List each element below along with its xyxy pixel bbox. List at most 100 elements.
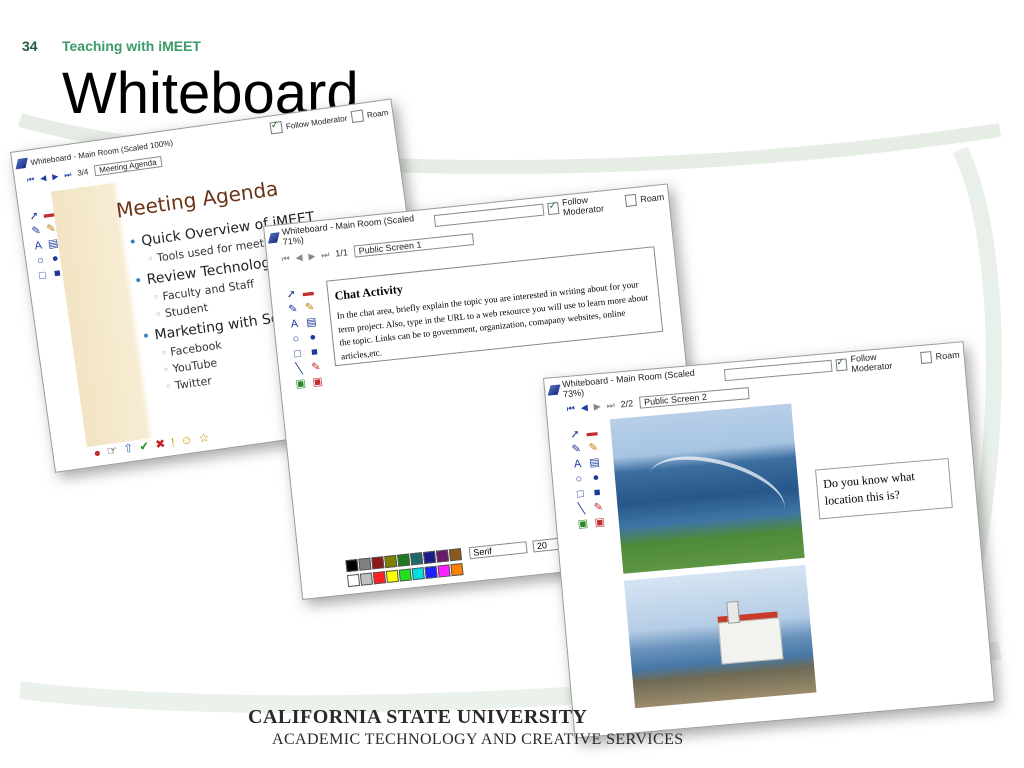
whiteboard-screenshot-photos: Whiteboard - Main Room (Scaled 73%) Foll… bbox=[543, 341, 995, 739]
pointer-tool-icon[interactable]: ➚ bbox=[569, 428, 582, 441]
follow-moderator-checkbox[interactable] bbox=[547, 202, 560, 216]
color-swatch[interactable] bbox=[359, 572, 374, 586]
last-page-icon[interactable]: ⏭ bbox=[64, 169, 73, 180]
filled-rect-tool-icon[interactable]: ■ bbox=[308, 346, 321, 359]
stamp-tool-icon[interactable]: ▣ bbox=[593, 516, 606, 529]
lighthouse-tower bbox=[726, 600, 741, 624]
color-palette bbox=[345, 548, 464, 588]
text-box-tool-icon[interactable]: ▤ bbox=[305, 316, 318, 329]
roam-label: Roam bbox=[366, 107, 389, 120]
font-family-select[interactable]: Serif bbox=[468, 541, 528, 560]
exclaim-stamp-icon[interactable]: ! bbox=[170, 435, 175, 449]
up-arrow-stamp-icon[interactable]: ⇧ bbox=[122, 441, 134, 456]
pointer-tool-icon[interactable]: ➚ bbox=[285, 288, 298, 301]
color-swatch[interactable] bbox=[411, 567, 425, 581]
roam-checkbox[interactable] bbox=[625, 193, 637, 207]
text-box-tool-icon[interactable]: ▤ bbox=[588, 456, 601, 469]
color-swatch[interactable] bbox=[437, 564, 451, 578]
filled-rect-tool-icon[interactable]: ■ bbox=[591, 486, 604, 499]
room-dropdown[interactable] bbox=[723, 359, 833, 382]
pen-tool-icon[interactable]: ✎ bbox=[570, 443, 583, 456]
prev-page-icon[interactable]: ◀ bbox=[40, 173, 47, 183]
x-stamp-icon[interactable]: ✖ bbox=[154, 436, 166, 451]
color-swatch[interactable] bbox=[450, 563, 464, 577]
department-name: ACADEMIC TECHNOLOGY AND CREATIVE SERVICE… bbox=[272, 731, 684, 748]
line-tool-icon[interactable]: ╲ bbox=[293, 362, 306, 376]
page-counter: 2/2 bbox=[620, 398, 634, 410]
marker-tool-icon[interactable]: ✎ bbox=[303, 301, 316, 314]
last-page-icon[interactable]: ⏭ bbox=[606, 399, 615, 411]
text-tool-icon[interactable]: A bbox=[571, 458, 584, 471]
slide-number: 34 bbox=[22, 38, 38, 54]
chat-activity-box: Chat Activity In the chat area, briefly … bbox=[326, 246, 664, 367]
pen-tool-icon[interactable]: ✎ bbox=[286, 303, 299, 316]
lighthouse-building bbox=[717, 617, 784, 665]
next-page-icon[interactable]: ▶ bbox=[308, 250, 316, 262]
color-swatch[interactable] bbox=[371, 556, 385, 570]
filled-circle-tool-icon[interactable]: ● bbox=[306, 331, 319, 344]
prev-page-icon[interactable]: ◀ bbox=[580, 402, 588, 414]
smiley-stamp-icon[interactable]: ☺ bbox=[179, 432, 193, 448]
color-swatch[interactable] bbox=[422, 550, 437, 565]
circle-tool-icon[interactable]: ○ bbox=[289, 333, 302, 346]
dot-stamp-icon[interactable]: ● bbox=[93, 445, 102, 460]
color-swatch[interactable] bbox=[435, 549, 450, 563]
prev-page-icon[interactable]: ◀ bbox=[295, 252, 303, 264]
pointer-tool-icon[interactable]: ➚ bbox=[27, 209, 41, 223]
color-swatch[interactable] bbox=[397, 553, 411, 567]
pen-tool-icon[interactable]: ✎ bbox=[29, 224, 43, 238]
circle-tool-icon[interactable]: ○ bbox=[572, 473, 585, 486]
follow-moderator-checkbox[interactable] bbox=[835, 358, 848, 372]
color-swatch[interactable] bbox=[385, 569, 399, 583]
question-textbox[interactable]: Do you know what location this is? bbox=[815, 457, 953, 520]
color-swatch[interactable] bbox=[448, 548, 463, 562]
last-page-icon[interactable]: ⏭ bbox=[321, 249, 330, 261]
color-swatch[interactable] bbox=[358, 557, 372, 571]
eraser-tool-icon[interactable]: ▬ bbox=[302, 286, 315, 299]
roam-checkbox[interactable] bbox=[350, 109, 364, 124]
color-swatch[interactable] bbox=[345, 558, 359, 573]
first-page-icon[interactable]: ⏮ bbox=[26, 174, 35, 185]
color-swatch[interactable] bbox=[372, 571, 387, 585]
text-tool-icon[interactable]: A bbox=[288, 318, 301, 331]
text-tool-icon[interactable]: A bbox=[32, 239, 46, 253]
image-tool-icon[interactable]: ▣ bbox=[576, 518, 589, 531]
rect-tool-icon[interactable]: □ bbox=[574, 488, 587, 501]
follow-moderator-label: Follow Moderator bbox=[561, 194, 605, 218]
eraser-tool-icon[interactable]: ▬ bbox=[585, 426, 598, 439]
lighthouse-photo[interactable] bbox=[623, 564, 817, 709]
hand-stamp-icon[interactable]: ☞ bbox=[106, 443, 119, 458]
whiteboard-pen-icon bbox=[268, 232, 280, 244]
star-stamp-icon[interactable]: ☆ bbox=[198, 430, 211, 445]
rect-tool-icon[interactable]: □ bbox=[36, 269, 50, 283]
marker-tool-icon[interactable]: ✎ bbox=[587, 441, 600, 455]
room-dropdown[interactable] bbox=[433, 203, 545, 228]
color-swatch[interactable] bbox=[424, 565, 438, 579]
circle-tool-icon[interactable]: ○ bbox=[34, 254, 48, 268]
first-page-icon[interactable]: ⏮ bbox=[281, 253, 290, 265]
surf-line bbox=[640, 443, 793, 542]
color-swatch[interactable] bbox=[410, 552, 424, 566]
highlighter-tool-icon[interactable]: ✎ bbox=[592, 501, 605, 514]
next-page-icon[interactable]: ▶ bbox=[52, 172, 59, 182]
stamp-tool-icon[interactable]: ▣ bbox=[311, 376, 324, 389]
whiteboard-pen-icon bbox=[547, 384, 561, 396]
whiteboard-pen-icon bbox=[15, 157, 28, 170]
roam-checkbox[interactable] bbox=[919, 351, 933, 365]
color-swatch[interactable] bbox=[398, 568, 412, 582]
color-swatch[interactable] bbox=[384, 554, 398, 569]
follow-moderator-label: Follow Moderator bbox=[285, 113, 348, 131]
follow-moderator-checkbox[interactable] bbox=[269, 120, 283, 135]
color-swatch[interactable] bbox=[346, 573, 361, 588]
first-page-icon[interactable]: ⏮ bbox=[566, 403, 575, 415]
image-tool-icon[interactable]: ▣ bbox=[294, 377, 307, 390]
rect-tool-icon[interactable]: □ bbox=[291, 347, 304, 361]
filled-circle-tool-icon[interactable]: ● bbox=[589, 471, 602, 485]
highlighter-tool-icon[interactable]: ✎ bbox=[309, 361, 322, 374]
check-stamp-icon[interactable]: ✔ bbox=[138, 439, 150, 454]
roam-label: Roam bbox=[935, 349, 960, 362]
line-tool-icon[interactable]: ╲ bbox=[575, 503, 588, 516]
coastline-photo[interactable] bbox=[609, 403, 805, 574]
next-page-icon[interactable]: ▶ bbox=[593, 401, 601, 413]
university-name: CALIFORNIA STATE UNIVERSITY bbox=[248, 706, 588, 728]
